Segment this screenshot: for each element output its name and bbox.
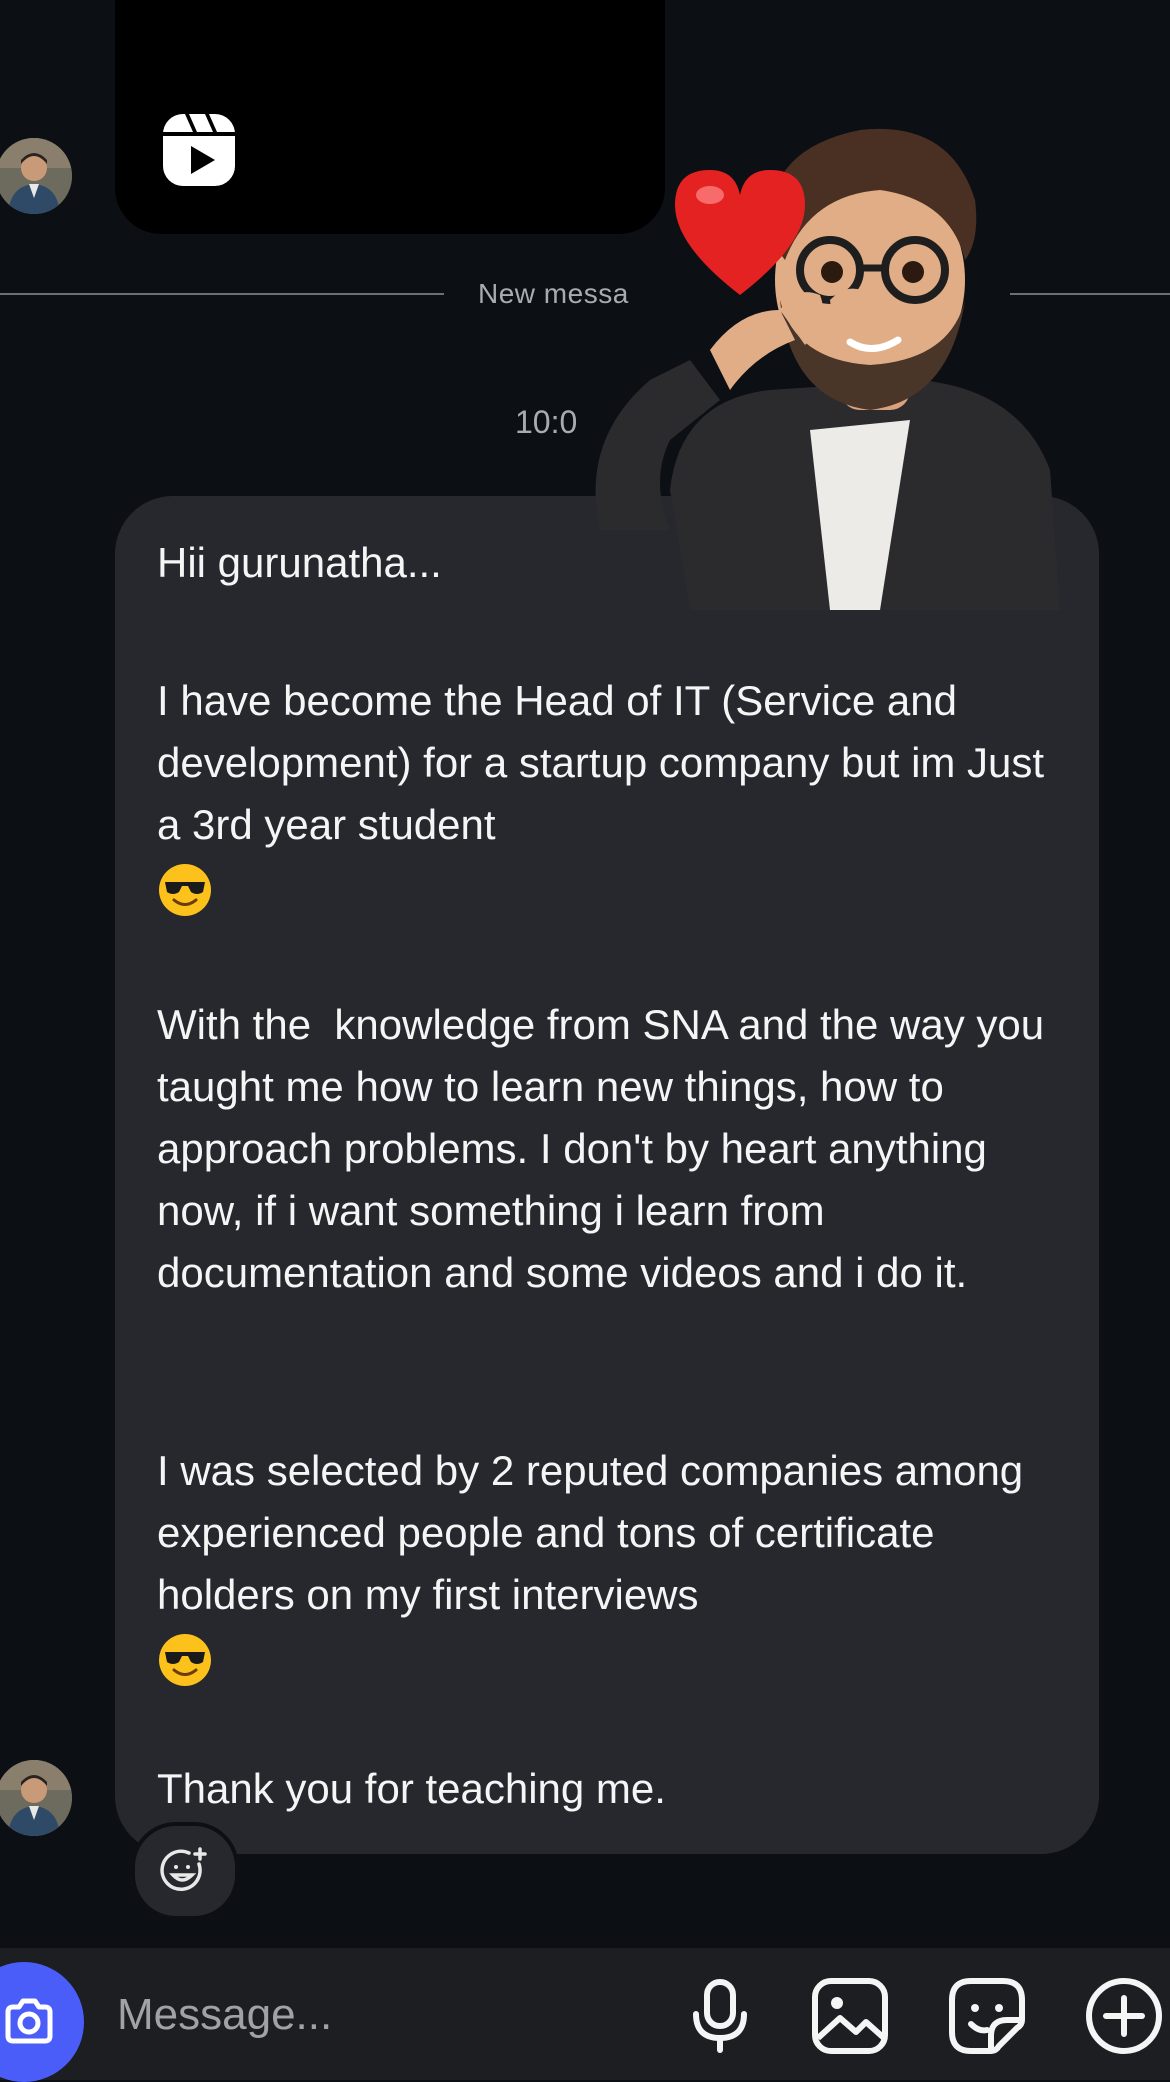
sunglasses-emoji-icon	[159, 863, 211, 916]
message-bubble[interactable]: Hii gurunatha... I have become the Head …	[115, 496, 1099, 1854]
avatar-heart-sticker	[595, 128, 1060, 610]
more-options-button[interactable]	[1084, 1976, 1164, 2056]
add-reaction-button[interactable]	[131, 1822, 239, 1920]
sender-avatar[interactable]	[0, 138, 72, 214]
voice-message-button[interactable]	[680, 1976, 760, 2056]
reels-icon	[163, 114, 235, 186]
message-text: I was selected by 2 reputed companies am…	[157, 1447, 1035, 1618]
divider-line-left	[0, 293, 444, 295]
sticker-button[interactable]	[947, 1976, 1027, 2056]
message-composer	[0, 1948, 1170, 2082]
add-reaction-icon	[160, 1847, 207, 1892]
message-text: I have become the Head of IT (Service an…	[157, 677, 1056, 848]
plus-icon	[1086, 1978, 1162, 2054]
microphone-icon	[693, 1979, 747, 2053]
camera-icon	[5, 1998, 53, 2044]
message-timestamp: 10:0	[515, 404, 578, 440]
message-paragraph: I was selected by 2 reputed companies am…	[157, 1440, 1077, 1688]
gallery-icon	[812, 1978, 888, 2054]
sender-avatar[interactable]	[0, 1760, 72, 1836]
message-paragraph: With the knowledge from SNA and the way …	[157, 1001, 1056, 1296]
message-input[interactable]	[115, 1984, 639, 2046]
sticker-icon	[949, 1978, 1025, 2054]
camera-button[interactable]	[0, 1962, 84, 2082]
message-paragraph: Thank you for teaching me.	[157, 1765, 666, 1812]
gallery-button[interactable]	[810, 1976, 890, 2056]
message-paragraph: I have become the Head of IT (Service an…	[157, 670, 1077, 918]
sunglasses-emoji-icon	[159, 1633, 211, 1686]
